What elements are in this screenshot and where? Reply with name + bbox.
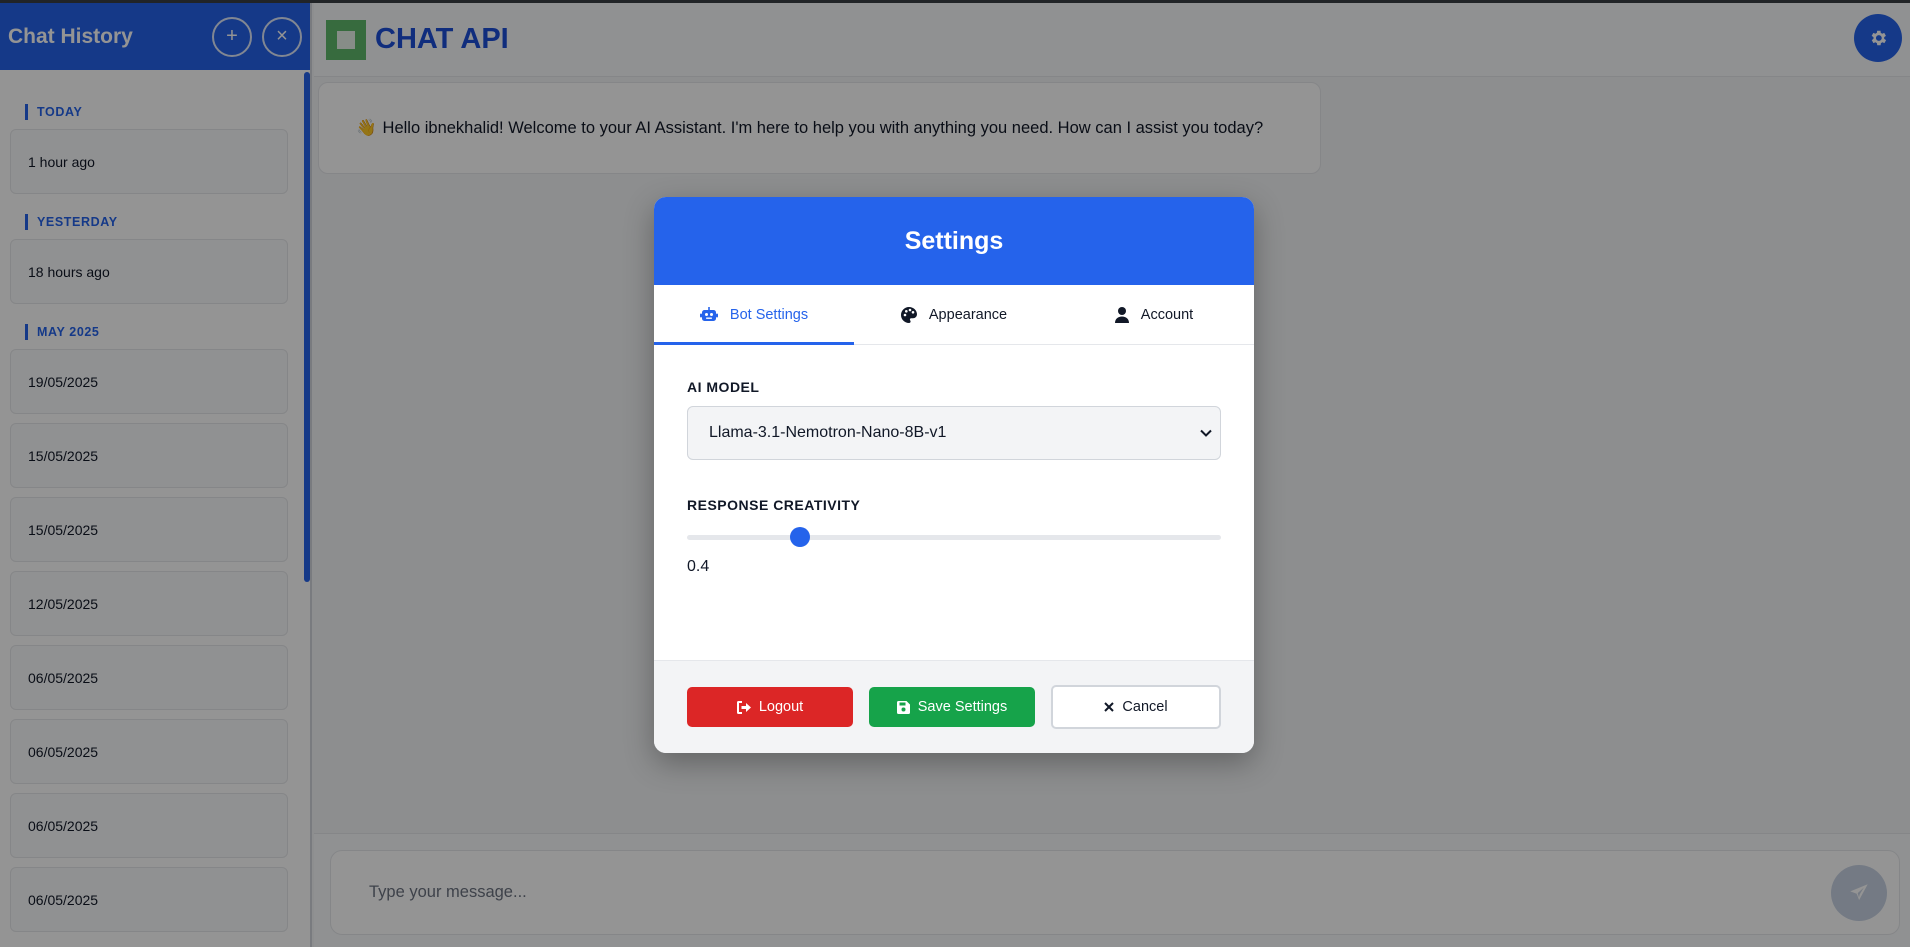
save-label: Save Settings bbox=[917, 699, 1008, 715]
settings-modal: Settings Bot Settings Appearance Account… bbox=[654, 197, 1254, 753]
save-icon bbox=[896, 700, 910, 714]
creativity-label: RESPONSE CREATIVITY bbox=[687, 497, 861, 513]
logout-button[interactable]: Logout bbox=[687, 687, 853, 727]
modal-footer: Logout Save Settings Cancel bbox=[654, 660, 1254, 753]
palette-icon bbox=[900, 306, 917, 323]
ai-model-value: Llama-3.1-Nemotron-Nano-8B-v1 bbox=[709, 424, 947, 441]
slider-thumb[interactable] bbox=[789, 527, 810, 547]
user-icon bbox=[1114, 306, 1129, 323]
ai-model-select[interactable]: Llama-3.1-Nemotron-Nano-8B-v1 bbox=[687, 406, 1221, 460]
cancel-label: Cancel bbox=[1122, 699, 1168, 715]
tab-account[interactable]: Account bbox=[1054, 285, 1254, 344]
creativity-value: 0.4 bbox=[687, 558, 710, 575]
robot-icon bbox=[699, 306, 718, 323]
tab-label: Account bbox=[1140, 306, 1194, 323]
bot-settings-panel: AI MODEL Llama-3.1-Nemotron-Nano-8B-v1 R… bbox=[654, 345, 1254, 660]
tab-bot-settings[interactable]: Bot Settings bbox=[654, 285, 854, 345]
tab-label: Appearance bbox=[928, 306, 1008, 323]
ai-model-label: AI MODEL bbox=[687, 379, 760, 395]
slider-track[interactable] bbox=[687, 535, 1221, 540]
creativity-slider[interactable] bbox=[687, 525, 1221, 549]
modal-title: Settings bbox=[654, 197, 1254, 285]
chevron-down-icon bbox=[1200, 429, 1212, 437]
cancel-button[interactable]: Cancel bbox=[1051, 685, 1221, 729]
tab-appearance[interactable]: Appearance bbox=[854, 285, 1054, 344]
close-icon bbox=[1104, 702, 1115, 712]
logout-icon bbox=[736, 700, 751, 714]
save-settings-button[interactable]: Save Settings bbox=[869, 687, 1035, 727]
settings-tabs: Bot Settings Appearance Account bbox=[654, 285, 1254, 345]
tab-label: Bot Settings bbox=[729, 306, 809, 323]
logout-label: Logout bbox=[758, 699, 804, 715]
